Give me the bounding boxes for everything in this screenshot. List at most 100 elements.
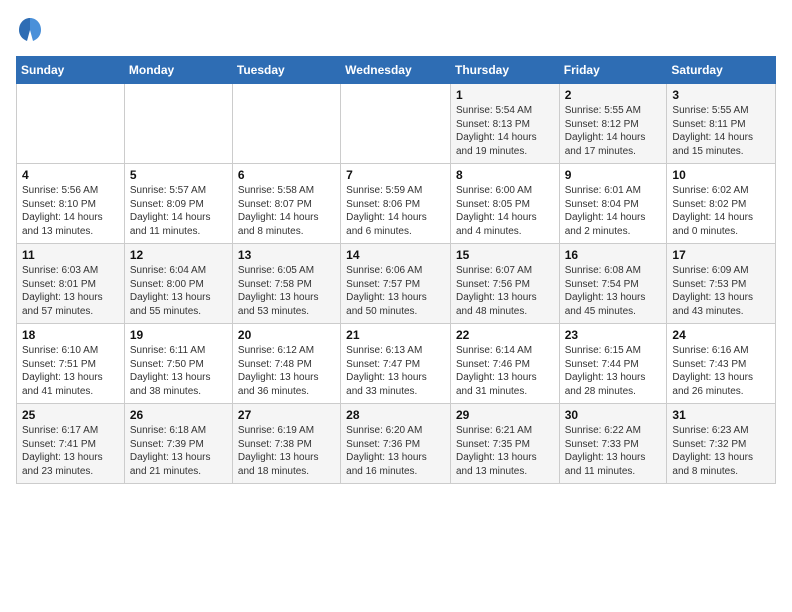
- day-number: 28: [346, 408, 445, 422]
- weekday-header: Tuesday: [232, 57, 340, 84]
- day-info: Sunrise: 6:05 AM Sunset: 7:58 PM Dayligh…: [238, 264, 335, 318]
- day-number: 29: [456, 408, 554, 422]
- day-info: Sunrise: 6:11 AM Sunset: 7:50 PM Dayligh…: [130, 344, 227, 398]
- calendar-cell: 9 Sunrise: 6:01 AM Sunset: 8:04 PM Daylig…: [559, 164, 667, 244]
- day-number: 22: [456, 328, 554, 342]
- calendar-cell: 7 Sunrise: 5:59 AM Sunset: 8:06 PM Daylig…: [341, 164, 451, 244]
- day-number: 21: [346, 328, 445, 342]
- calendar-cell: 20 Sunrise: 6:12 AM Sunset: 7:48 PM Dayli…: [232, 324, 340, 404]
- day-info: Sunrise: 6:07 AM Sunset: 7:56 PM Dayligh…: [456, 264, 554, 318]
- calendar-cell: 24 Sunrise: 6:16 AM Sunset: 7:43 PM Dayli…: [667, 324, 776, 404]
- day-info: Sunrise: 5:58 AM Sunset: 8:07 PM Dayligh…: [238, 184, 335, 238]
- weekday-header: Monday: [124, 57, 232, 84]
- day-number: 1: [456, 88, 554, 102]
- day-number: 11: [22, 248, 119, 262]
- day-info: Sunrise: 6:18 AM Sunset: 7:39 PM Dayligh…: [130, 424, 227, 478]
- calendar-cell: 30 Sunrise: 6:22 AM Sunset: 7:33 PM Dayli…: [559, 404, 667, 484]
- day-info: Sunrise: 5:54 AM Sunset: 8:13 PM Dayligh…: [456, 104, 554, 158]
- day-number: 18: [22, 328, 119, 342]
- day-number: 3: [672, 88, 770, 102]
- day-number: 6: [238, 168, 335, 182]
- calendar-cell: 23Sunrise: 6:15 AM Sunset: 7:44 PM Dayli…: [559, 324, 667, 404]
- calendar-cell: 15 Sunrise: 6:07 AM Sunset: 7:56 PM Dayli…: [450, 244, 559, 324]
- day-info: Sunrise: 6:21 AM Sunset: 7:35 PM Dayligh…: [456, 424, 554, 478]
- calendar-cell: 29 Sunrise: 6:21 AM Sunset: 7:35 PM Dayli…: [450, 404, 559, 484]
- day-number: 10: [672, 168, 770, 182]
- day-number: 16: [565, 248, 662, 262]
- calendar-cell: 21 Sunrise: 6:13 AM Sunset: 7:47 PM Dayli…: [341, 324, 451, 404]
- day-info: Sunrise: 6:13 AM Sunset: 7:47 PM Dayligh…: [346, 344, 445, 398]
- day-number: 31: [672, 408, 770, 422]
- logo-icon: [16, 16, 44, 44]
- calendar-cell: 22Sunrise: 6:14 AM Sunset: 7:46 PM Dayli…: [450, 324, 559, 404]
- calendar-cell: 12 Sunrise: 6:04 AM Sunset: 8:00 PM Dayli…: [124, 244, 232, 324]
- day-number: 7: [346, 168, 445, 182]
- calendar-cell: 13 Sunrise: 6:05 AM Sunset: 7:58 PM Dayli…: [232, 244, 340, 324]
- calendar-cell: 10 Sunrise: 6:02 AM Sunset: 8:02 PM Dayli…: [667, 164, 776, 244]
- day-number: 9: [565, 168, 662, 182]
- day-number: 5: [130, 168, 227, 182]
- calendar-cell: 16 Sunrise: 6:08 AM Sunset: 7:54 PM Dayli…: [559, 244, 667, 324]
- calendar-cell: 1 Sunrise: 5:54 AM Sunset: 8:13 PM Daylig…: [450, 84, 559, 164]
- day-info: Sunrise: 6:22 AM Sunset: 7:33 PM Dayligh…: [565, 424, 662, 478]
- day-info: Sunrise: 6:01 AM Sunset: 8:04 PM Dayligh…: [565, 184, 662, 238]
- weekday-header: Thursday: [450, 57, 559, 84]
- day-number: 26: [130, 408, 227, 422]
- day-number: 23: [565, 328, 662, 342]
- day-number: 15: [456, 248, 554, 262]
- day-number: 12: [130, 248, 227, 262]
- day-number: 20: [238, 328, 335, 342]
- day-number: 14: [346, 248, 445, 262]
- weekday-header: Saturday: [667, 57, 776, 84]
- calendar-cell: [341, 84, 451, 164]
- day-info: Sunrise: 6:09 AM Sunset: 7:53 PM Dayligh…: [672, 264, 770, 318]
- day-info: Sunrise: 6:03 AM Sunset: 8:01 PM Dayligh…: [22, 264, 119, 318]
- calendar-cell: 5 Sunrise: 5:57 AM Sunset: 8:09 PM Daylig…: [124, 164, 232, 244]
- day-info: Sunrise: 5:57 AM Sunset: 8:09 PM Dayligh…: [130, 184, 227, 238]
- calendar-cell: [124, 84, 232, 164]
- day-info: Sunrise: 5:55 AM Sunset: 8:12 PM Dayligh…: [565, 104, 662, 158]
- day-number: 4: [22, 168, 119, 182]
- calendar-cell: 14 Sunrise: 6:06 AM Sunset: 7:57 PM Dayli…: [341, 244, 451, 324]
- calendar-cell: 19 Sunrise: 6:11 AM Sunset: 7:50 PM Dayli…: [124, 324, 232, 404]
- weekday-header: Friday: [559, 57, 667, 84]
- day-info: Sunrise: 6:10 AM Sunset: 7:51 PM Dayligh…: [22, 344, 119, 398]
- calendar-cell: 6 Sunrise: 5:58 AM Sunset: 8:07 PM Daylig…: [232, 164, 340, 244]
- day-number: 27: [238, 408, 335, 422]
- calendar-cell: 17 Sunrise: 6:09 AM Sunset: 7:53 PM Dayli…: [667, 244, 776, 324]
- calendar-cell: 4 Sunrise: 5:56 AM Sunset: 8:10 PM Daylig…: [17, 164, 125, 244]
- day-number: 2: [565, 88, 662, 102]
- day-number: 13: [238, 248, 335, 262]
- day-info: Sunrise: 6:00 AM Sunset: 8:05 PM Dayligh…: [456, 184, 554, 238]
- day-number: 17: [672, 248, 770, 262]
- day-number: 19: [130, 328, 227, 342]
- day-info: Sunrise: 6:12 AM Sunset: 7:48 PM Dayligh…: [238, 344, 335, 398]
- calendar-cell: 11 Sunrise: 6:03 AM Sunset: 8:01 PM Dayli…: [17, 244, 125, 324]
- day-info: Sunrise: 5:56 AM Sunset: 8:10 PM Dayligh…: [22, 184, 119, 238]
- day-info: Sunrise: 6:02 AM Sunset: 8:02 PM Dayligh…: [672, 184, 770, 238]
- weekday-header: Sunday: [17, 57, 125, 84]
- day-number: 30: [565, 408, 662, 422]
- day-info: Sunrise: 6:04 AM Sunset: 8:00 PM Dayligh…: [130, 264, 227, 318]
- day-info: Sunrise: 6:06 AM Sunset: 7:57 PM Dayligh…: [346, 264, 445, 318]
- day-number: 24: [672, 328, 770, 342]
- calendar-cell: [232, 84, 340, 164]
- calendar-cell: 31 Sunrise: 6:23 AM Sunset: 7:32 PM Dayli…: [667, 404, 776, 484]
- page-header: [16, 16, 776, 44]
- calendar-table: SundayMondayTuesdayWednesdayThursdayFrid…: [16, 56, 776, 484]
- logo: [16, 16, 46, 44]
- day-info: Sunrise: 6:20 AM Sunset: 7:36 PM Dayligh…: [346, 424, 445, 478]
- weekday-header: Wednesday: [341, 57, 451, 84]
- day-info: Sunrise: 5:59 AM Sunset: 8:06 PM Dayligh…: [346, 184, 445, 238]
- day-info: Sunrise: 6:08 AM Sunset: 7:54 PM Dayligh…: [565, 264, 662, 318]
- calendar-cell: 8 Sunrise: 6:00 AM Sunset: 8:05 PM Daylig…: [450, 164, 559, 244]
- calendar-cell: 28 Sunrise: 6:20 AM Sunset: 7:36 PM Dayli…: [341, 404, 451, 484]
- calendar-cell: 18 Sunrise: 6:10 AM Sunset: 7:51 PM Dayli…: [17, 324, 125, 404]
- day-info: Sunrise: 6:19 AM Sunset: 7:38 PM Dayligh…: [238, 424, 335, 478]
- day-info: Sunrise: 6:16 AM Sunset: 7:43 PM Dayligh…: [672, 344, 770, 398]
- day-info: Sunrise: 5:55 AM Sunset: 8:11 PM Dayligh…: [672, 104, 770, 158]
- calendar-cell: 25Sunrise: 6:17 AM Sunset: 7:41 PM Dayli…: [17, 404, 125, 484]
- day-number: 8: [456, 168, 554, 182]
- day-number: 25: [22, 408, 119, 422]
- day-info: Sunrise: 6:23 AM Sunset: 7:32 PM Dayligh…: [672, 424, 770, 478]
